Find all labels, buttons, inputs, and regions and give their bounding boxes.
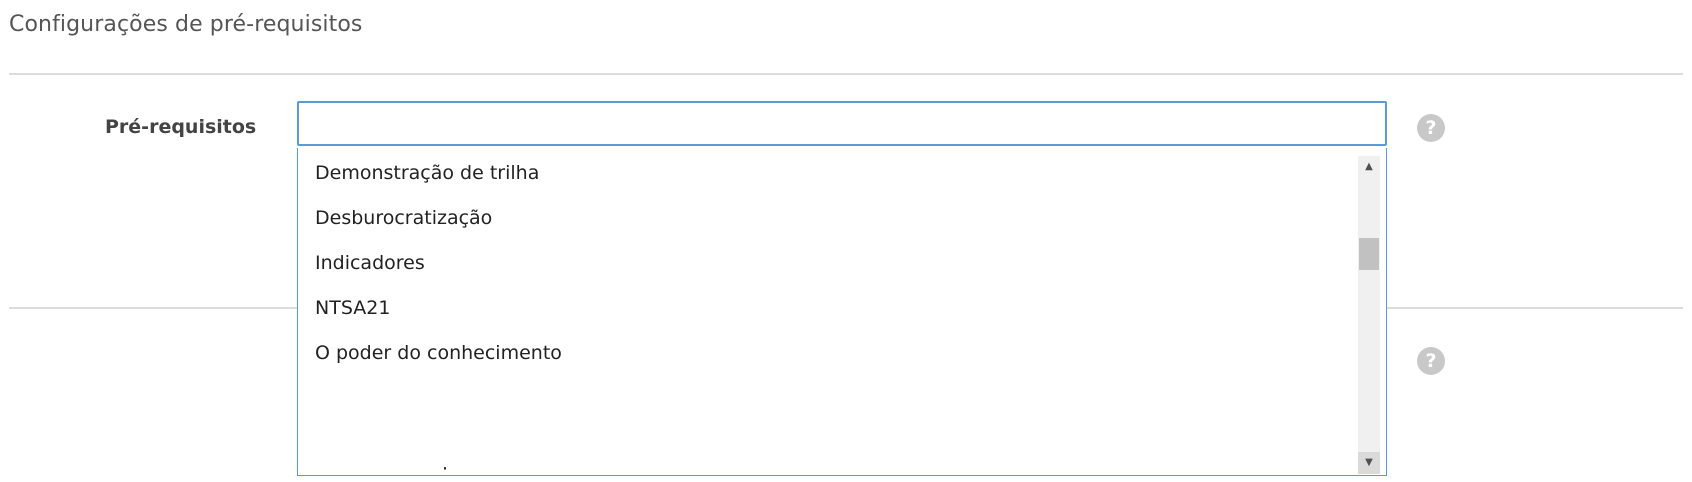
prerequisites-settings-page: Configurações de pré-requisitos Pré-requ… [0, 0, 1692, 482]
dropdown-scrollbar[interactable]: ▲ ▼ [1358, 156, 1380, 474]
prerequisites-dropdown-list[interactable]: Demonstração de trilha Desburocratização… [297, 148, 1387, 476]
triangle-down-icon[interactable]: ▼ [1358, 452, 1380, 474]
dropdown-option[interactable]: Indicadores [315, 252, 425, 274]
section-divider [9, 73, 1683, 75]
dropdown-option[interactable]: Demonstração de trilha [315, 162, 539, 184]
triangle-up-icon[interactable]: ▲ [1358, 156, 1380, 178]
section-title: Configurações de pré-requisitos [9, 12, 363, 37]
scrollbar-thumb[interactable] [1359, 238, 1379, 270]
help-icon[interactable]: ? [1417, 347, 1445, 375]
prerequisites-select-input[interactable] [297, 101, 1387, 146]
help-icon[interactable]: ? [1417, 114, 1445, 142]
dropdown-options: Demonstração de trilha Desburocratização… [298, 148, 1364, 475]
prerequisites-label: Pré-requisitos [105, 116, 257, 138]
dropdown-option[interactable]: O poder do conhecimento [315, 342, 562, 364]
dropdown-option[interactable]: NTSA21 [315, 297, 390, 319]
dropdown-option[interactable]: Desburocratização [315, 207, 492, 229]
dropdown-option-partial[interactable]: · [315, 448, 1364, 472]
